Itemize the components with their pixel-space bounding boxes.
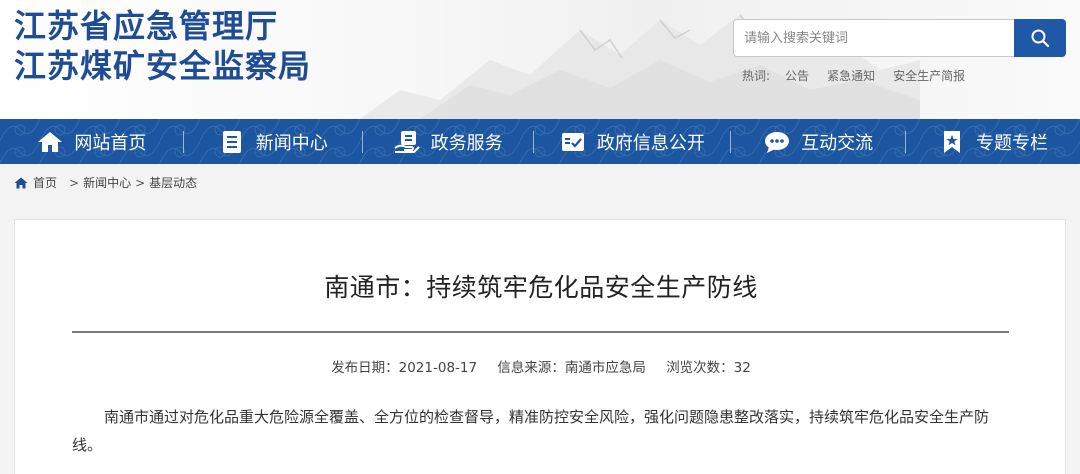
article-paragraph: 南通市通过对危化品重大危险源全覆盖、全方位的检查督导，精准防控安全风险，强化问题…: [72, 408, 990, 454]
hot-keyword-safety-briefing[interactable]: 安全生产简报: [893, 67, 965, 84]
nav-interaction[interactable]: 互动交流: [731, 119, 905, 164]
nav-special-topics[interactable]: 专题专栏: [906, 119, 1080, 164]
home-icon: [14, 177, 28, 188]
breadcrumb-separator: >: [69, 175, 80, 190]
breadcrumb-grassroots[interactable]: 基层动态: [149, 174, 197, 191]
site-header: 江苏省应急管理厅 江苏煤矿安全监察局 热词: 公告 紧急通知 安全生产简报: [0, 0, 1080, 119]
article-title: 南通市：持续筑牢危化品安全生产防线: [324, 273, 758, 302]
service-icon: [393, 128, 421, 156]
home-icon: [36, 128, 64, 156]
nav-home-label: 网站首页: [74, 132, 147, 154]
site-logo[interactable]: 江苏省应急管理厅 江苏煤矿安全监察局: [14, 6, 311, 86]
breadcrumb-news-center[interactable]: 新闻中心: [83, 174, 131, 191]
search-button[interactable]: [1014, 19, 1066, 57]
search-box: [733, 19, 1066, 57]
title-divider: [72, 331, 1009, 333]
hot-keywords: 热词: 公告 紧急通知 安全生产简报: [742, 67, 983, 84]
document-icon: [218, 128, 246, 156]
nav-gov-info[interactable]: 政府信息公开: [534, 119, 731, 164]
nav-special-topics-label: 专题专栏: [976, 132, 1049, 154]
nav-home[interactable]: 网站首页: [0, 119, 183, 164]
bookmark-icon: [938, 128, 966, 156]
info-source: 信息来源：南通市应急局: [497, 360, 646, 376]
view-count: 浏览次数：32: [666, 360, 751, 376]
hot-keyword-urgent-notice[interactable]: 紧急通知: [827, 67, 875, 84]
nav-services-label: 政务服务: [430, 132, 503, 154]
breadcrumb-home[interactable]: 首页: [33, 174, 57, 191]
search-input[interactable]: [733, 19, 1014, 57]
breadcrumb-separator: >: [135, 175, 146, 190]
nav-news[interactable]: 新闻中心: [184, 119, 362, 164]
logo-title-line2: 江苏煤矿安全监察局: [14, 47, 312, 85]
nav-interaction-label: 互动交流: [801, 132, 874, 154]
chat-icon: [763, 128, 791, 156]
nav-news-label: 新闻中心: [255, 132, 328, 154]
logo-title-line1: 江苏省应急管理厅: [14, 7, 279, 45]
info-check-icon: [559, 128, 587, 156]
breadcrumb: 首页 > 新闻中心 > 基层动态: [14, 174, 197, 191]
nav-gov-info-label: 政府信息公开: [596, 132, 705, 154]
hot-keyword-announcement[interactable]: 公告: [785, 67, 809, 84]
mountain-decoration: [360, 14, 920, 119]
hot-keywords-label: 热词:: [742, 69, 771, 83]
publish-date: 发布日期：2021-08-17: [331, 360, 478, 376]
main-nav: 网站首页 新闻中心 政务服务 政府信息公开 互动交流 专题专栏: [0, 119, 1080, 164]
article-meta: 发布日期：2021-08-17 信息来源：南通市应急局 浏览次数：32: [15, 356, 1067, 376]
search-icon: [1031, 29, 1050, 48]
article-panel: 南通市：持续筑牢危化品安全生产防线 发布日期：2021-08-17 信息来源：南…: [14, 219, 1066, 474]
nav-services[interactable]: 政务服务: [363, 119, 533, 164]
